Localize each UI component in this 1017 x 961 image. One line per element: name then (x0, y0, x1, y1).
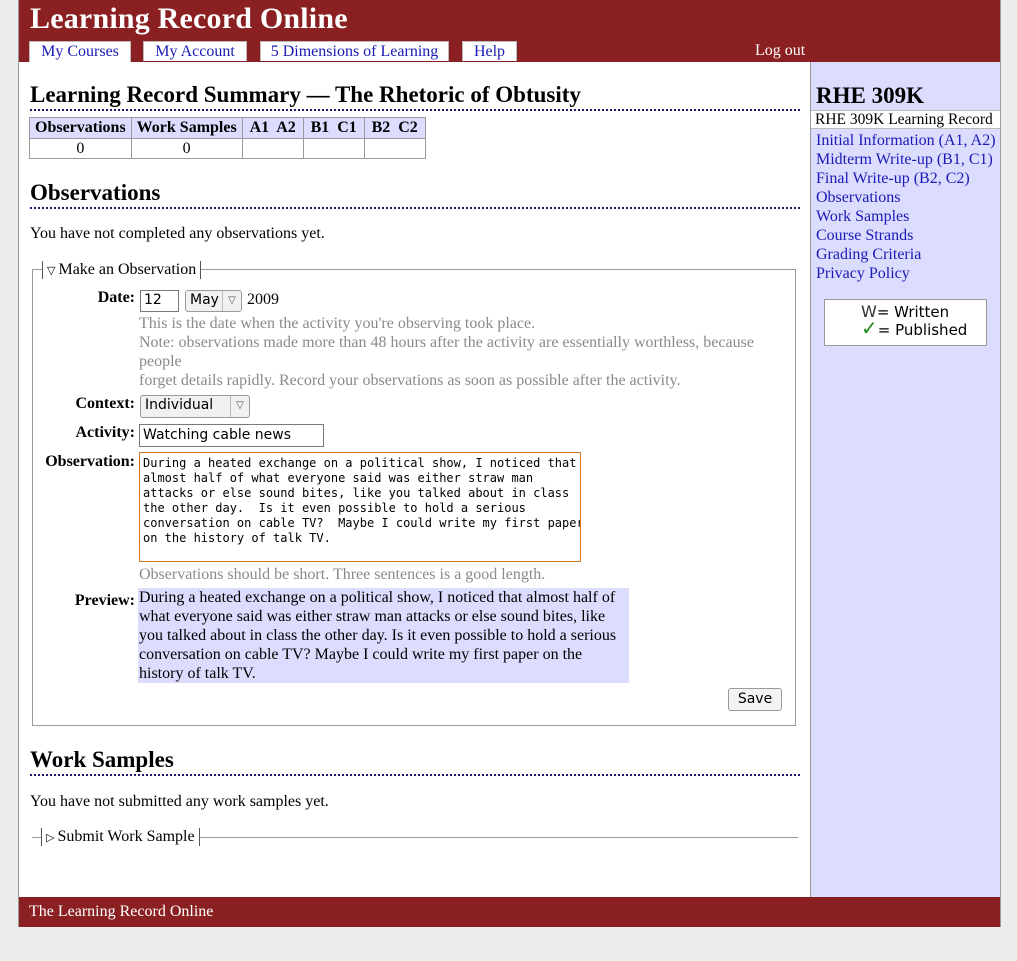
date-month-value: May (190, 292, 219, 308)
tab-my-account[interactable]: My Account (143, 41, 247, 61)
submit-work-sample-legend: Submit Work Sample (57, 828, 195, 845)
main-content: Learning Record Summary — The Rhetoric o… (19, 62, 810, 897)
date-year: 2009 (247, 291, 279, 308)
logout-link[interactable]: Log out (755, 42, 805, 60)
observations-empty-message: You have not completed any observations … (30, 225, 325, 242)
tab-my-courses[interactable]: My Courses (29, 41, 131, 62)
sidebar-link-grading-criteria[interactable]: Grading Criteria (816, 246, 921, 264)
save-button[interactable]: Save (728, 688, 782, 711)
date-label: Date: (97, 289, 135, 306)
tab-help[interactable]: Help (462, 41, 517, 61)
table-row: 0 0 (29, 138, 426, 159)
table-header-row: Observations Work Samples A1 A2 B1 C1 B2… (29, 117, 426, 139)
make-observation-fieldset: ▽ Make an Observation Date: 12 May ▽ 2009… (32, 261, 796, 726)
site-footer: The Learning Record Online (19, 897, 1000, 927)
table-header: Observations (29, 117, 132, 139)
site-header: Learning Record Online My Courses My Acc… (19, 0, 1000, 62)
footer-text: The Learning Record Online (29, 903, 214, 920)
page-frame: Learning Record Online My Courses My Acc… (18, 0, 1001, 927)
legend-written-label: = Written (876, 303, 950, 321)
date-hint-line: forget details rapidly. Record your obse… (139, 372, 681, 389)
date-hint-line: This is the date when the activity you'r… (139, 315, 536, 332)
sidebar-link-privacy-policy[interactable]: Privacy Policy (816, 265, 910, 283)
sidebar-link-observations[interactable]: Observations (816, 189, 900, 207)
table-cell-a1-a2 (241, 138, 304, 159)
work-samples-empty-message: You have not submitted any work samples … (30, 793, 329, 810)
app-title: Learning Record Online (30, 2, 348, 35)
submit-work-sample-toggle[interactable]: ▷ Submit Work Sample (41, 828, 200, 846)
chevron-down-icon: ▽ (222, 291, 241, 311)
observation-hint: Observations should be short. Three sent… (139, 566, 546, 583)
chevron-down-icon: ▽ (230, 396, 249, 417)
context-value: Individual (145, 397, 214, 413)
course-title: RHE 309K (816, 83, 924, 108)
make-observation-toggle[interactable]: ▽ Make an Observation (42, 261, 202, 279)
legend-published-label: = Published (877, 321, 968, 339)
table-header: Work Samples (130, 117, 243, 139)
table-cell-work-samples: 0 (130, 138, 243, 159)
triangle-down-icon: ▽ (47, 265, 56, 277)
date-hint: This is the date when the activity you'r… (139, 314, 779, 390)
sidebar-link-course-strands[interactable]: Course Strands (816, 227, 913, 245)
sidebar-link-final-write-up[interactable]: Final Write-up (B2, C2) (816, 170, 970, 188)
status-legend: W= Written ✓= Published (824, 299, 987, 346)
observation-textarea[interactable]: During a heated exchange on a political … (139, 452, 581, 562)
triangle-right-icon: ▷ (46, 832, 55, 844)
date-hint-line: Note: observations made more than 48 hou… (139, 334, 754, 370)
work-samples-heading: Work Samples (30, 748, 800, 776)
make-observation-legend: Make an Observation (58, 261, 197, 278)
course-subtitle: RHE 309K Learning Record (811, 110, 1000, 129)
checkmark-icon: ✓ (861, 316, 878, 340)
tab-5-dimensions[interactable]: 5 Dimensions of Learning (260, 41, 449, 61)
preview-label: Preview: (74, 592, 135, 609)
table-cell-observations: 0 (29, 138, 132, 159)
table-header: B2 C2 (363, 117, 426, 139)
activity-label: Activity: (75, 424, 135, 441)
table-header: B1 C1 (302, 117, 365, 139)
date-day-input[interactable]: 12 (140, 290, 179, 312)
sidebar-link-midterm-write-up[interactable]: Midterm Write-up (B1, C1) (816, 151, 993, 169)
date-month-select[interactable]: May ▽ (185, 290, 242, 312)
preview-box: During a heated exchange on a political … (138, 588, 629, 683)
table-cell-b2-c2 (363, 138, 426, 159)
observation-label: Observation: (45, 453, 135, 470)
sidebar: RHE 309K RHE 309K Learning Record Initia… (810, 62, 1000, 897)
context-label: Context: (75, 395, 135, 412)
legend-published: ✓= Published (861, 318, 968, 339)
observations-heading: Observations (30, 181, 800, 209)
activity-input[interactable]: Watching cable news (139, 424, 324, 447)
sidebar-link-work-samples[interactable]: Work Samples (816, 208, 909, 226)
table-header: A1 A2 (241, 117, 304, 139)
context-select[interactable]: Individual ▽ (140, 395, 250, 418)
summary-title: Learning Record Summary — The Rhetoric o… (30, 83, 800, 111)
summary-table: Observations Work Samples A1 A2 B1 C1 B2… (29, 117, 426, 159)
sidebar-link-initial-information[interactable]: Initial Information (A1, A2) (816, 132, 996, 150)
table-cell-b1-c1 (302, 138, 365, 159)
